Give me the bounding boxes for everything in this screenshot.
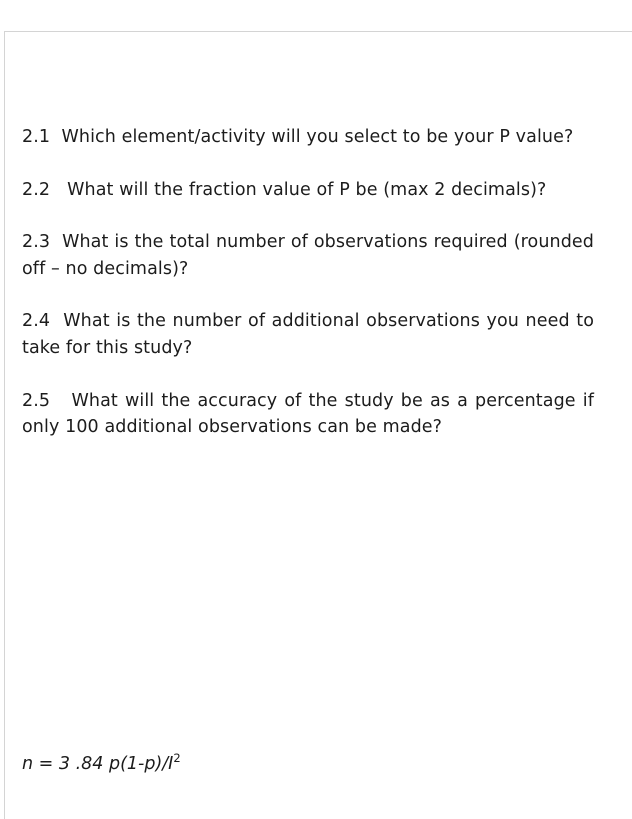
question-item-2-4: 2.4 What is the number of additional obs…	[22, 308, 594, 361]
page-border-top	[4, 31, 632, 32]
question-number: 2.3	[22, 232, 51, 253]
document-page: 2.1 Which element/activity will you sele…	[0, 0, 632, 819]
question-number: 2.2	[22, 179, 51, 200]
question-item-2-5: 2.5 What will the accuracy of the study …	[22, 388, 594, 441]
question-text: What is the number of additional observa…	[22, 311, 595, 358]
formula-expression: n = 3 .84 p(1-p)/I	[22, 753, 174, 774]
page-border-left	[4, 31, 5, 819]
question-item-2-2: 2.2 What will the fraction value of P be…	[22, 177, 594, 204]
question-text: Which element/activity will you select t…	[61, 127, 574, 147]
question-item-2-1: 2.1 Which element/activity will you sele…	[22, 124, 594, 151]
question-list: 2.1 Which element/activity will you sele…	[22, 124, 594, 441]
question-number: 2.5	[22, 390, 51, 411]
formula-line: n = 3 .84 p(1-p)/I2	[22, 751, 181, 775]
question-text: What will the fraction value of P be (ma…	[67, 179, 547, 200]
question-number: 2.4	[22, 311, 51, 332]
question-item-2-3: 2.3 What is the total number of observat…	[22, 229, 594, 282]
formula-exponent: 2	[173, 751, 181, 765]
question-text: What is the total number of observations…	[22, 232, 594, 279]
question-number: 2.1	[22, 127, 51, 147]
question-text: What will the accuracy of the study be a…	[22, 390, 594, 438]
